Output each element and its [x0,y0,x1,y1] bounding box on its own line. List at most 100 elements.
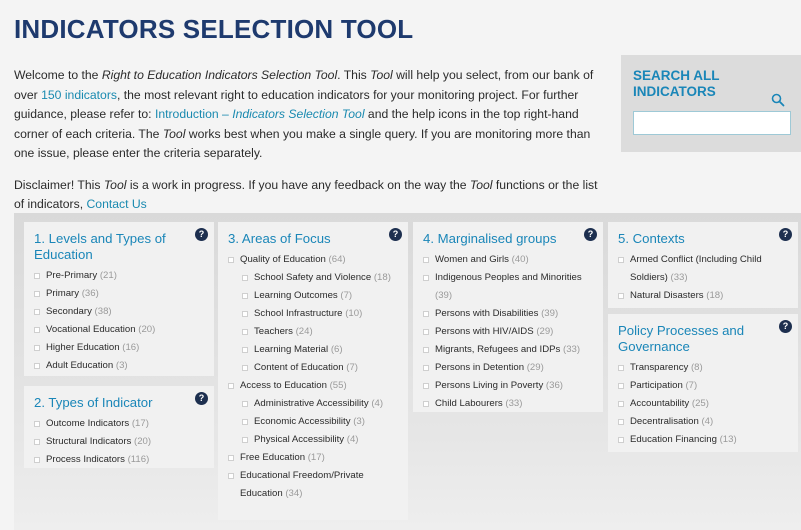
checkbox[interactable] [242,437,248,443]
checkbox[interactable] [228,455,234,461]
checkbox[interactable] [618,365,624,371]
criteria-option[interactable]: Economic Accessibility (3) [228,413,398,431]
checkbox[interactable] [242,311,248,317]
checkbox[interactable] [34,291,40,297]
option-text: Armed Conflict (Including Child Soldiers… [630,251,788,287]
criteria-option[interactable]: Participation (7) [618,377,788,395]
indicators-count-link[interactable]: 150 indicators [41,88,117,102]
checkbox[interactable] [242,419,248,425]
checkbox[interactable] [228,257,234,263]
criteria-option[interactable]: Persons with Disabilities (39) [423,305,593,323]
criteria-option[interactable]: Higher Education (16) [34,339,204,357]
criteria-option[interactable]: Women and Girls (40) [423,251,593,269]
checkbox[interactable] [423,365,429,371]
criteria-option[interactable]: Persons in Detention (29) [423,359,593,377]
checkbox[interactable] [423,347,429,353]
checkbox[interactable] [34,327,40,333]
criteria-option[interactable]: Learning Outcomes (7) [228,287,398,305]
checkbox[interactable] [423,383,429,389]
checkbox[interactable] [618,419,624,425]
checkbox[interactable] [242,365,248,371]
criteria-option[interactable]: Indigenous Peoples and Minorities (39) [423,269,593,305]
option-text: Quality of Education (64) [240,251,346,269]
criteria-option[interactable]: Accountability (25) [618,395,788,413]
criteria-option[interactable]: Secondary (38) [34,303,204,321]
help-icon[interactable]: ? [195,228,208,241]
checkbox[interactable] [242,329,248,335]
criteria-option[interactable]: Teachers (24) [228,323,398,341]
checkbox[interactable] [618,437,624,443]
checkbox[interactable] [34,421,40,427]
option-label: Quality of Education [240,254,326,265]
criteria-option[interactable]: Physical Accessibility (4) [228,431,398,449]
checkbox[interactable] [423,275,429,281]
criteria-option[interactable]: Armed Conflict (Including Child Soldiers… [618,251,788,287]
option-text: Indigenous Peoples and Minorities (39) [435,269,593,305]
help-icon[interactable]: ? [389,228,402,241]
checkbox[interactable] [618,257,624,263]
checkbox[interactable] [423,401,429,407]
checkbox[interactable] [242,401,248,407]
criteria-option[interactable]: Vocational Education (20) [34,321,204,339]
checkbox[interactable] [423,257,429,263]
criteria-option[interactable]: Natural Disasters (18) [618,287,788,305]
checkbox[interactable] [34,457,40,463]
option-count: (7) [346,362,359,373]
criteria-option[interactable]: Decentralisation (4) [618,413,788,431]
option-label: Teachers [254,326,293,337]
checkbox[interactable] [34,309,40,315]
criteria-option[interactable]: Content of Education (7) [228,359,398,377]
option-label: Free Education [240,452,306,463]
criteria-option[interactable]: Child Labourers (33) [423,395,593,413]
criteria-option[interactable]: Education Financing (13) [618,431,788,449]
criteria-option[interactable]: Access to Education (55) [228,377,398,395]
checkbox[interactable] [34,345,40,351]
checkbox[interactable] [242,275,248,281]
checkbox[interactable] [618,293,624,299]
page: INDICATORS SELECTION TOOL Welcome to the… [0,0,801,530]
introduction-link[interactable]: Introduction – Indicators Selection Tool [155,107,365,121]
checkbox[interactable] [34,439,40,445]
criteria-option[interactable]: School Infrastructure (10) [228,305,398,323]
help-icon[interactable]: ? [779,320,792,333]
criteria-option[interactable]: Quality of Education (64) [228,251,398,269]
criteria-option[interactable]: School Safety and Violence (18) [228,269,398,287]
checkbox[interactable] [34,363,40,369]
option-label: Persons with HIV/AIDS [435,326,534,337]
criteria-option[interactable]: Process Indicators (116) [34,451,204,469]
help-icon[interactable]: ? [584,228,597,241]
help-icon[interactable]: ? [779,228,792,241]
criteria-option[interactable]: Primary (36) [34,285,204,303]
option-text: Participation (7) [630,377,697,395]
checkbox[interactable] [242,347,248,353]
criteria-option[interactable]: Administrative Accessibility (4) [228,395,398,413]
search-icon[interactable] [771,93,785,107]
search-input[interactable] [633,111,791,135]
checkbox[interactable] [228,473,234,479]
criteria-option[interactable]: Migrants, Refugees and IDPs (33) [423,341,593,359]
option-text: School Safety and Violence (18) [254,269,391,287]
criteria-option[interactable]: Free Education (17) [228,449,398,467]
search-title: SEARCH ALL INDICATORS [633,68,720,99]
option-label: Access to Education [240,380,327,391]
criteria-option[interactable]: Persons Living in Poverty (36) [423,377,593,395]
criteria-option[interactable]: Outcome Indicators (17) [34,415,204,433]
criteria-option[interactable]: Structural Indicators (20) [34,433,204,451]
checkbox[interactable] [423,311,429,317]
criteria-option[interactable]: Persons with HIV/AIDS (29) [423,323,593,341]
criteria-option[interactable]: Pre-Primary (21) [34,267,204,285]
tool-name: Right to Education Indicators Selection … [101,68,338,82]
criteria-option[interactable]: Transparency (8) [618,359,788,377]
checkbox[interactable] [618,383,624,389]
criteria-option[interactable]: Learning Material (6) [228,341,398,359]
help-icon[interactable]: ? [195,392,208,405]
checkbox[interactable] [242,293,248,299]
criteria-option[interactable]: Adult Education (3) [34,357,204,375]
checkbox[interactable] [423,329,429,335]
contact-us-link[interactable]: Contact Us [86,197,146,211]
checkbox[interactable] [228,383,234,389]
checkbox[interactable] [618,401,624,407]
criteria-option[interactable]: Educational Freedom/Private Education (3… [228,467,398,503]
option-count: (7) [340,290,353,301]
checkbox[interactable] [34,273,40,279]
